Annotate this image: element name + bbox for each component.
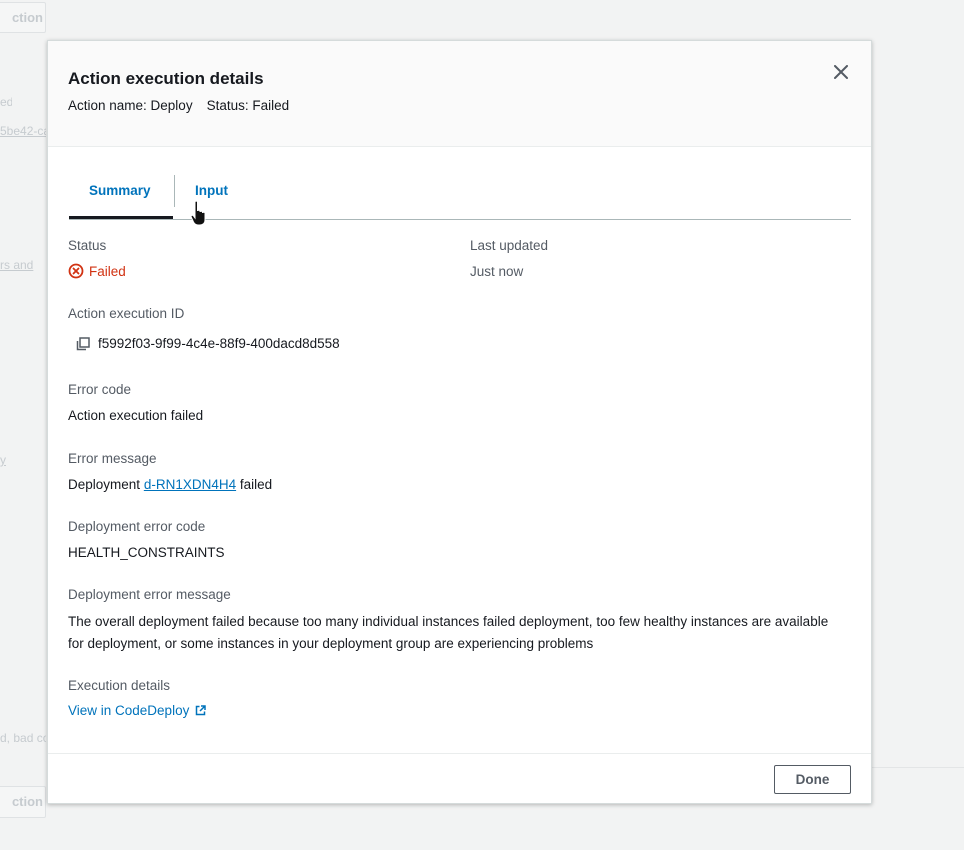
deployment-id-link[interactable]: d-RN1XDN4H4 (144, 477, 236, 492)
pointer-hand-cursor-icon (190, 200, 206, 226)
tab-input[interactable]: Input (195, 183, 228, 198)
active-tab-indicator (69, 216, 173, 219)
deployment-error-message-value: The overall deployment failed because to… (68, 614, 829, 651)
background-link-fragment: rs and (0, 258, 34, 272)
action-execution-modal: Action execution details Action name: De… (47, 40, 872, 804)
deployment-error-message-label: Deployment error message (68, 587, 231, 602)
tab-summary[interactable]: Summary (89, 183, 151, 198)
close-icon (834, 65, 848, 79)
execution-id-label: Action execution ID (68, 306, 185, 321)
modal-header: Action execution details Action name: De… (48, 41, 871, 147)
tab-divider (174, 175, 175, 207)
done-button[interactable]: Done (774, 765, 851, 794)
action-name-text: Action name: Deploy (68, 98, 193, 113)
modal-footer: Done (48, 753, 871, 804)
view-in-codedeploy-link[interactable]: View in CodeDeploy (68, 703, 207, 718)
background-link-fragment: y (0, 453, 6, 467)
background-action-button-bottom: ction (0, 786, 46, 818)
error-code-label: Error code (68, 382, 132, 397)
error-message-suffix: failed (239, 477, 273, 492)
status-label: Status (68, 238, 107, 253)
modal-title: Action execution details (68, 69, 264, 88)
tab-list: Summary Input (69, 173, 851, 220)
background-action-button-top: ction (0, 2, 46, 33)
status-failed-text: Failed (89, 263, 126, 279)
copy-icon[interactable] (76, 336, 90, 351)
status-text: Status: Failed (206, 98, 290, 113)
deployment-error-code-label: Deployment error code (68, 519, 206, 534)
view-in-codedeploy-text: View in CodeDeploy (68, 703, 190, 718)
last-updated-value: Just now (470, 264, 524, 279)
status-value: Failed (68, 263, 126, 279)
background-link-fragment: 5be42-ca (0, 124, 46, 138)
modal-subtitle: Action name: Deploy Status: Failed (68, 98, 289, 113)
error-message-label: Error message (68, 451, 157, 466)
execution-details-label: Execution details (68, 678, 171, 693)
error-circle-icon (68, 263, 84, 279)
close-button[interactable] (828, 59, 854, 85)
error-message-prefix: Deployment (68, 477, 141, 492)
last-updated-label: Last updated (470, 238, 549, 253)
execution-id-value: f5992f03-9f99-4c4e-88f9-400dacd8d558 (98, 336, 340, 351)
background-text-fragment: ed (0, 95, 12, 109)
execution-id-row: f5992f03-9f99-4c4e-88f9-400dacd8d558 (76, 336, 340, 351)
background-divider (870, 767, 964, 768)
external-link-icon (196, 705, 207, 716)
error-message-value: Deployment d-RN1XDN4H4 failed (68, 477, 272, 492)
error-code-value: Action execution failed (68, 408, 204, 423)
deployment-error-code-value: HEALTH_CONSTRAINTS (68, 545, 225, 560)
background-text-fragment: d, bad co (0, 731, 46, 745)
